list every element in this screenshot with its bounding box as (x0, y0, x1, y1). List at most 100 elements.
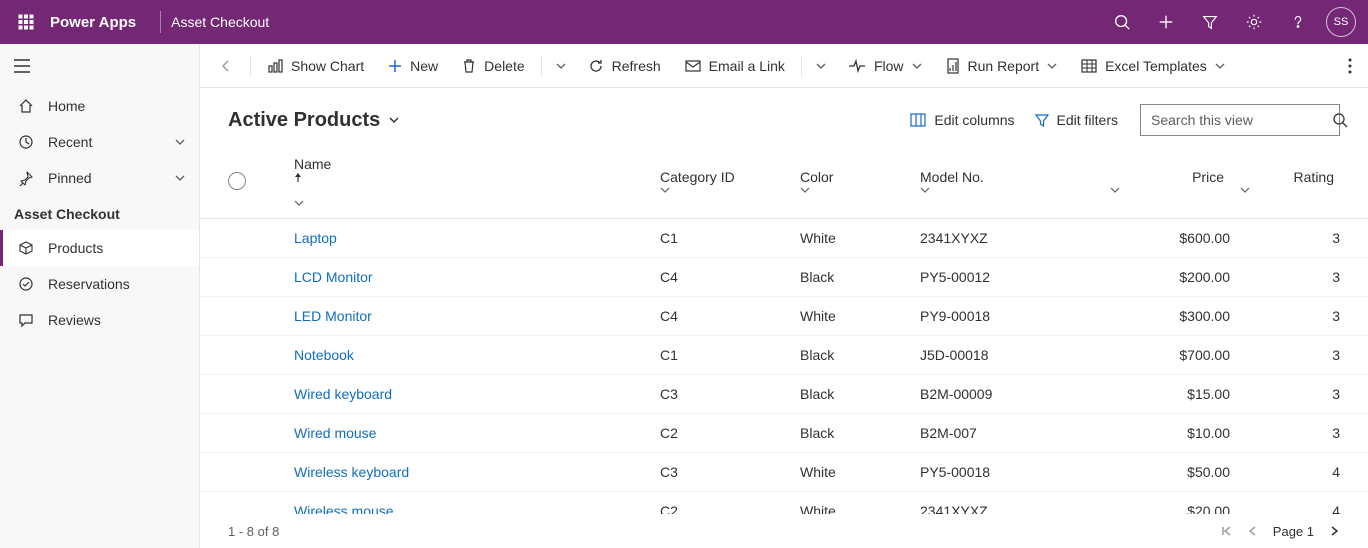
cell-color: Black (800, 414, 920, 453)
edit-columns-button[interactable]: Edit columns (900, 106, 1024, 134)
run-report-button[interactable]: Run Report (936, 44, 1068, 88)
table-row[interactable]: LCD MonitorC4BlackPY5-00012$200.003 (200, 258, 1368, 297)
view-search[interactable] (1140, 104, 1340, 136)
col-header-rating[interactable]: Rating (1240, 146, 1368, 219)
global-add-button[interactable] (1144, 0, 1188, 44)
page-first-button[interactable] (1221, 525, 1233, 537)
table-row[interactable]: NotebookC1BlackJ5D-00018$700.003 (200, 336, 1368, 375)
cmd-label: Flow (874, 58, 904, 74)
global-search-button[interactable] (1100, 0, 1144, 44)
col-header-color[interactable]: Color (800, 146, 920, 219)
cell-category: C3 (660, 375, 800, 414)
cell-price: $50.00 (1110, 453, 1240, 492)
cell-price: $15.00 (1110, 375, 1240, 414)
app-launcher-button[interactable] (8, 0, 44, 44)
cmd-label: Excel Templates (1105, 58, 1207, 74)
delete-dropdown[interactable] (548, 44, 574, 88)
table-row[interactable]: Wireless keyboardC3WhitePY5-00018$50.004 (200, 453, 1368, 492)
select-all-header[interactable] (200, 146, 270, 219)
row-checkbox-cell[interactable] (200, 336, 270, 375)
row-checkbox-cell[interactable] (200, 219, 270, 258)
cell-color: White (800, 219, 920, 258)
global-settings-button[interactable] (1232, 0, 1276, 44)
row-checkbox-cell[interactable] (200, 375, 270, 414)
table-row[interactable]: LaptopC1White2341XYXZ$600.003 (200, 219, 1368, 258)
cell-model: J5D-00018 (920, 336, 1110, 375)
sidebar-item-recent[interactable]: Recent (0, 124, 199, 160)
chevron-down-icon (1240, 185, 1340, 195)
table-row[interactable]: Wireless mouseC2White2341XYXZ$20.004 (200, 492, 1368, 515)
row-checkbox-cell[interactable] (200, 492, 270, 515)
back-button[interactable] (208, 44, 244, 88)
cell-category: C3 (660, 453, 800, 492)
record-link[interactable]: Wireless keyboard (294, 464, 409, 480)
flow-button[interactable]: Flow (838, 44, 932, 88)
col-header-name[interactable]: Name (270, 146, 660, 219)
chevron-down-icon (912, 61, 922, 71)
sidebar-item-home[interactable]: Home (0, 88, 199, 124)
col-header-category[interactable]: Category ID (660, 146, 800, 219)
cell-model: 2341XYXZ (920, 492, 1110, 515)
record-link[interactable]: LED Monitor (294, 308, 372, 324)
sidebar-item-label: Recent (48, 134, 92, 150)
chevron-down-icon (294, 198, 650, 208)
row-checkbox-cell[interactable] (200, 297, 270, 336)
email-link-dropdown[interactable] (808, 44, 834, 88)
row-checkbox-cell[interactable] (200, 453, 270, 492)
col-header-model[interactable]: Model No. (920, 146, 1110, 219)
view-selector[interactable]: Active Products (228, 109, 400, 132)
sidebar-item-reviews[interactable]: Reviews (0, 302, 199, 338)
record-link[interactable]: Wireless mouse (294, 503, 394, 514)
cell-category: C1 (660, 336, 800, 375)
sidebar-item-reservations[interactable]: Reservations (0, 266, 199, 302)
record-link[interactable]: Wired mouse (294, 425, 376, 441)
command-bar: Show Chart New Delete Refresh Email a Li… (200, 44, 1368, 88)
cmd-label: New (410, 58, 438, 74)
row-checkbox-cell[interactable] (200, 258, 270, 297)
show-chart-button[interactable]: Show Chart (257, 44, 374, 88)
table-row[interactable]: Wired mouseC2BlackB2M-007$10.003 (200, 414, 1368, 453)
view-title: Active Products (228, 109, 380, 132)
table-row[interactable]: LED MonitorC4WhitePY9-00018$300.003 (200, 297, 1368, 336)
chevron-down-icon (388, 114, 400, 126)
sidebar-toggle[interactable] (0, 44, 199, 88)
cell-price: $600.00 (1110, 219, 1240, 258)
record-link[interactable]: Notebook (294, 347, 354, 363)
record-link[interactable]: Wired keyboard (294, 386, 392, 402)
record-link[interactable]: LCD Monitor (294, 269, 373, 285)
cmd-label: Show Chart (291, 58, 364, 74)
toolbtn-label: Edit columns (934, 112, 1014, 128)
record-range: 1 - 8 of 8 (228, 524, 279, 539)
clock-icon (18, 134, 34, 150)
delete-button[interactable]: Delete (452, 44, 534, 88)
edit-filters-button[interactable]: Edit filters (1025, 106, 1128, 134)
more-commands-button[interactable] (1340, 44, 1360, 88)
refresh-button[interactable]: Refresh (578, 44, 671, 88)
sidebar-item-label: Products (48, 240, 103, 256)
cell-category: C2 (660, 414, 800, 453)
row-checkbox-cell[interactable] (200, 414, 270, 453)
user-avatar[interactable]: SS (1326, 7, 1356, 37)
excel-templates-button[interactable]: Excel Templates (1071, 44, 1235, 88)
col-header-price[interactable]: Price (1110, 146, 1240, 219)
page-label: Page 1 (1273, 524, 1314, 539)
top-divider (160, 11, 161, 33)
record-link[interactable]: Laptop (294, 230, 337, 246)
global-filter-button[interactable] (1188, 0, 1232, 44)
sidebar-section-title: Asset Checkout (0, 196, 199, 230)
cell-model: B2M-007 (920, 414, 1110, 453)
view-search-input[interactable] (1151, 112, 1332, 128)
table-row[interactable]: Wired keyboardC3BlackB2M-00009$15.003 (200, 375, 1368, 414)
global-help-button[interactable] (1276, 0, 1320, 44)
new-button[interactable]: New (378, 44, 448, 88)
page-next-button[interactable] (1328, 525, 1340, 537)
chart-icon (267, 58, 283, 74)
sidebar-item-pinned[interactable]: Pinned (0, 160, 199, 196)
cell-category: C2 (660, 492, 800, 515)
chevron-down-icon (175, 173, 185, 183)
sidebar-item-label: Reviews (48, 312, 101, 328)
search-icon (1332, 112, 1348, 128)
page-prev-button[interactable] (1247, 525, 1259, 537)
sidebar-item-products[interactable]: Products (0, 230, 199, 266)
email-link-button[interactable]: Email a Link (675, 44, 795, 88)
